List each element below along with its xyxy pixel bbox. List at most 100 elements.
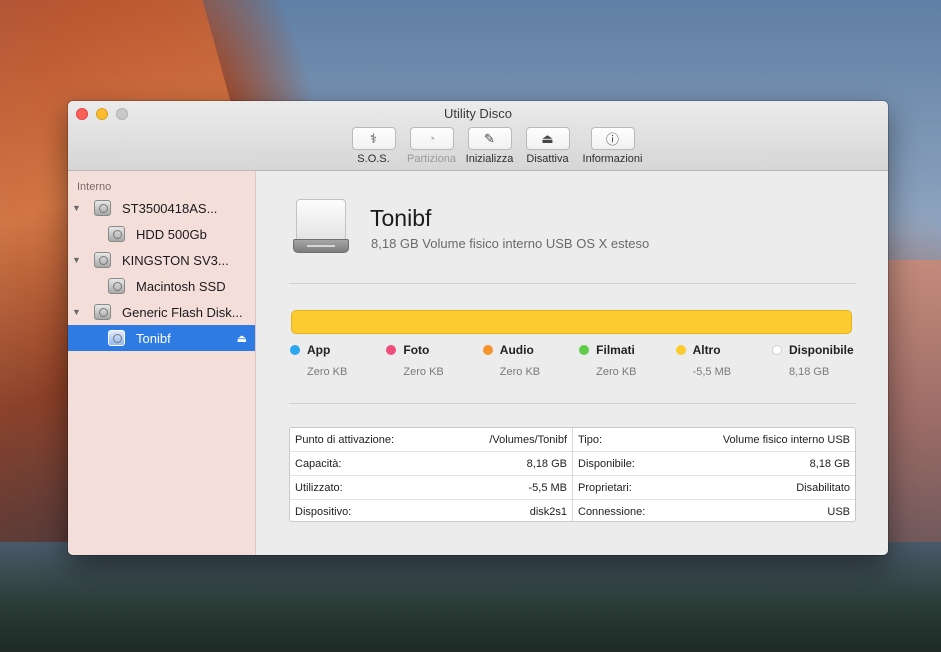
first-aid-tool[interactable]: ⚕ S.O.S. xyxy=(345,127,403,165)
sidebar-item-st3500418as[interactable]: ▼ ST3500418AS... xyxy=(68,195,255,221)
hard-disk-icon xyxy=(94,252,111,268)
sidebar-item-macintosh-ssd[interactable]: Macintosh SSD xyxy=(68,273,255,299)
sidebar-item-label: Tonibf xyxy=(136,330,171,346)
hard-disk-icon xyxy=(94,304,111,320)
pie-chart-icon[interactable]: ◔ xyxy=(409,127,454,150)
info-row-connection: Connessione: USB xyxy=(573,500,855,524)
sidebar-section-internal: Interno xyxy=(77,181,112,193)
info-row-owners: Proprietari: Disabilitato xyxy=(573,476,855,500)
erase-tool[interactable]: ✎ Inizializza xyxy=(461,127,519,165)
legend-dot xyxy=(771,345,782,355)
eject-icon[interactable]: ⏏ xyxy=(237,332,247,345)
info-icon[interactable]: ⓘ xyxy=(590,127,635,150)
legend-app: App Zero KB xyxy=(290,343,374,378)
divider xyxy=(289,403,856,404)
info-value: -5,5 MB xyxy=(528,481,567,494)
info-value: Volume fisico interno USB xyxy=(722,433,850,446)
sidebar-item-hdd-500gb[interactable]: HDD 500Gb xyxy=(68,221,255,247)
unmount-label: Disattiva xyxy=(526,153,569,165)
legend-value: Zero KB xyxy=(307,366,348,378)
erase-label: Inizializza xyxy=(465,153,514,165)
partition-label: Partiziona xyxy=(407,153,456,165)
info-column-right: Tipo: Volume fisico interno USB Disponib… xyxy=(573,428,855,521)
info-row-device: Dispositivo: disk2s1 xyxy=(290,500,572,524)
legend-name: Filmati xyxy=(596,343,635,357)
volume-detail-pane: Tonibf 8,18 GB Volume fisico interno USB… xyxy=(257,171,888,555)
legend-photos: Foto Zero KB xyxy=(386,343,470,378)
info-label: Utilizzato: xyxy=(295,481,343,494)
info-label: Informazioni xyxy=(582,153,643,165)
legend-value: Zero KB xyxy=(403,366,444,378)
sidebar-item-label: ST3500418AS... xyxy=(122,200,218,216)
info-label: Dispositivo: xyxy=(295,506,352,518)
stethoscope-icon[interactable]: ⚕ xyxy=(351,127,396,150)
first-aid-label: S.O.S. xyxy=(357,153,390,165)
legend-value: Zero KB xyxy=(499,366,541,378)
sidebar-item-generic-flash-disk[interactable]: ▼ Generic Flash Disk... xyxy=(68,299,255,325)
legend-dot xyxy=(290,345,300,355)
legend-name: Foto xyxy=(403,343,430,357)
disk-utility-window: Utility Disco ⚕ S.O.S. ◔ Partiziona ✎ In… xyxy=(68,101,888,555)
hard-disk-icon xyxy=(94,200,111,216)
legend-dot xyxy=(675,345,686,355)
sidebar-item-label: Macintosh SSD xyxy=(136,278,226,294)
volume-icon xyxy=(108,226,125,242)
info-tool[interactable]: ⓘ Informazioni xyxy=(577,127,649,165)
disclosure-triangle-icon[interactable]: ▼ xyxy=(72,203,82,213)
legend-value: -5,5 MB xyxy=(692,366,732,378)
legend-available: Disponibile 8,18 GB xyxy=(771,343,856,378)
legend-movies: Filmati Zero KB xyxy=(579,343,663,378)
info-value: disk2s1 xyxy=(529,506,567,518)
divider xyxy=(289,283,856,284)
volume-name: Tonibf xyxy=(370,205,432,231)
info-row-available: Disponibile: 8,18 GB xyxy=(573,452,855,476)
sidebar: Interno ▼ ST3500418AS... HDD 500Gb ▼ KIN… xyxy=(68,171,256,555)
volume-info-table: Punto di attivazione: /Volumes/Tonibf Ca… xyxy=(289,427,856,522)
info-value: 8,18 GB xyxy=(809,457,850,470)
info-label: Tipo: xyxy=(578,433,603,446)
toolbar: ⚕ S.O.S. ◔ Partiziona ✎ Inizializza ⏏ Di… xyxy=(68,127,888,165)
sidebar-item-tonibf[interactable]: Tonibf ⏏ xyxy=(68,325,255,351)
sidebar-item-kingston[interactable]: ▼ KINGSTON SV3... xyxy=(68,247,255,273)
legend-value: Zero KB xyxy=(596,366,637,378)
info-row-capacity: Capacità: 8,18 GB xyxy=(290,452,572,476)
legend-name: Audio xyxy=(499,343,534,357)
disclosure-triangle-icon[interactable]: ▼ xyxy=(72,307,82,317)
disclosure-triangle-icon[interactable]: ▼ xyxy=(72,255,82,265)
info-label: Proprietari: xyxy=(578,481,632,494)
legend-other: Altro -5,5 MB xyxy=(675,343,760,378)
info-row-mount-point: Punto di attivazione: /Volumes/Tonibf xyxy=(290,428,572,452)
legend-name: Altro xyxy=(692,343,721,357)
info-label: Connessione: xyxy=(578,506,646,518)
usage-legend: App Zero KB Foto Zero KB Audio Zero KB F… xyxy=(290,343,856,378)
sidebar-item-label: HDD 500Gb xyxy=(136,226,207,242)
info-label: Disponibile: xyxy=(578,457,635,470)
info-value: USB xyxy=(827,506,850,518)
window-title: Utility Disco xyxy=(444,106,512,121)
info-column-left: Punto di attivazione: /Volumes/Tonibf Ca… xyxy=(290,428,573,521)
info-value: 8,18 GB xyxy=(526,457,567,470)
legend-dot xyxy=(482,345,493,355)
legend-dot xyxy=(579,345,590,355)
volume-icon xyxy=(108,278,125,294)
unmount-tool[interactable]: ⏏ Disattiva xyxy=(519,127,577,165)
volume-description: 8,18 GB Volume fisico interno USB OS X e… xyxy=(371,236,650,251)
unmount-icon[interactable]: ⏏ xyxy=(525,127,570,150)
sidebar-item-label: Generic Flash Disk... xyxy=(122,304,243,320)
info-row-type: Tipo: Volume fisico interno USB xyxy=(573,428,855,452)
legend-audio: Audio Zero KB xyxy=(482,343,567,378)
info-label: Capacità: xyxy=(295,457,342,470)
info-label: Punto di attivazione: xyxy=(295,433,395,446)
legend-dot xyxy=(386,345,397,355)
titlebar: Utility Disco ⚕ S.O.S. ◔ Partiziona ✎ In… xyxy=(68,101,888,171)
info-row-used: Utilizzato: -5,5 MB xyxy=(290,476,572,500)
info-value: Disabilitato xyxy=(796,481,850,494)
legend-value: 8,18 GB xyxy=(788,366,830,378)
info-value: /Volumes/Tonibf xyxy=(489,433,567,446)
erase-icon[interactable]: ✎ xyxy=(467,127,512,150)
volume-icon xyxy=(108,330,125,346)
legend-name: App xyxy=(307,343,331,357)
partition-tool[interactable]: ◔ Partiziona xyxy=(403,127,461,165)
external-drive-icon xyxy=(293,195,349,257)
wallpaper-valley xyxy=(0,542,941,652)
